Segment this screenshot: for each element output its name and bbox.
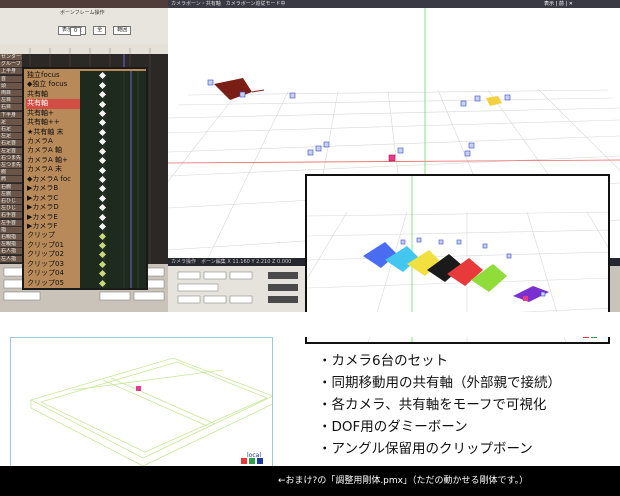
timeline-row-label[interactable]: 右足 bbox=[0, 126, 22, 133]
timeline-row-label[interactable]: 左手首 bbox=[0, 219, 22, 227]
timeline-row-label[interactable]: 左親指 bbox=[0, 241, 22, 249]
bone-name-row[interactable]: クリップ05 bbox=[26, 279, 80, 288]
timeline-menubar bbox=[0, 0, 168, 8]
bone-name-row[interactable]: ▶カメラB bbox=[26, 184, 80, 193]
timeline-row-label[interactable]: 左ひじ bbox=[0, 205, 22, 213]
feature-list: ・カメラ6台のセット ・同期移動用の共有軸（外部親で接続） ・各カメラ、共有軸を… bbox=[318, 350, 618, 460]
timeline-row-label[interactable]: グルーブ bbox=[0, 61, 22, 69]
timeline-row-label[interactable]: 肩 bbox=[0, 176, 22, 184]
timeline-row-label[interactable]: 足 bbox=[0, 118, 22, 126]
bone-name-row[interactable]: カメラA 軸+ bbox=[26, 156, 80, 165]
bone-name-row[interactable]: 共有軸+ bbox=[26, 109, 80, 118]
timeline-row-label[interactable]: 右ひじ bbox=[0, 198, 22, 205]
timeline-row-label[interactable]: 右つま先 bbox=[0, 154, 22, 162]
timeline-zoom-box: 独立focus ◆独立 focus 共有軸 共有軸 共有軸+ 共有軸++ ★共有軸 末カメラ… bbox=[22, 67, 148, 290]
frame-ruler[interactable] bbox=[0, 44, 168, 54]
timeline-row-label[interactable]: 左腕 bbox=[0, 190, 22, 198]
timeline-row-label[interactable]: 上半身 bbox=[0, 68, 22, 76]
timeline-row-label[interactable]: センター bbox=[0, 54, 22, 61]
timeline-row-label[interactable]: 両目 bbox=[0, 90, 22, 97]
bone-name-row[interactable]: 共有軸++ bbox=[26, 118, 80, 127]
timeline-row-label[interactable]: 右足首 bbox=[0, 140, 22, 148]
timeline-row-label[interactable]: 左足首 bbox=[0, 147, 22, 155]
feature-dof-dummy: ・DOF用のダミーボーン bbox=[318, 419, 468, 435]
bone-name-row[interactable]: クリップ02 bbox=[26, 250, 80, 259]
keyframe-area[interactable] bbox=[80, 71, 146, 288]
frame-number-value[interactable]: 0 bbox=[70, 27, 82, 36]
bone-name-list: 独立focus ◆独立 focus 共有軸 共有軸 共有軸+ 共有軸++ ★共有軸 末カメラ… bbox=[26, 71, 80, 288]
feature-morph-visualize: ・各カメラ、共有軸をモーフで可視化 bbox=[318, 397, 547, 413]
bone-name-row[interactable]: ◆独立 focus bbox=[26, 80, 80, 89]
timeline-row-label[interactable]: 指 bbox=[0, 226, 22, 234]
timeline-row-label[interactable]: 頭 bbox=[0, 82, 22, 90]
timeline-row-label[interactable]: 右目 bbox=[0, 104, 22, 112]
timeline-row-label[interactable]: 左足 bbox=[0, 133, 22, 141]
timeline-row-label[interactable]: 首 bbox=[0, 75, 22, 83]
bone-name-row[interactable]: クリップ03 bbox=[26, 260, 80, 269]
rigid-body-scene bbox=[29, 357, 272, 467]
bone-name-row[interactable]: ▶カメラF bbox=[26, 222, 80, 231]
footer-note: ←おまけ?の「調整用剛体.pmx」（ただの動かせる剛体です。） bbox=[278, 476, 529, 486]
bone-name-row[interactable]: 独立focus bbox=[26, 71, 80, 80]
bone-name-row[interactable]: クリップ04 bbox=[26, 269, 80, 278]
bone-name-row[interactable]: クリップ bbox=[26, 231, 80, 240]
timeline-row-label[interactable]: 下半身 bbox=[0, 111, 22, 119]
timeline-row-label[interactable]: 右人指 bbox=[0, 248, 22, 256]
timeline-row-label[interactable]: 右手首 bbox=[0, 212, 22, 220]
all-button[interactable]: 全 bbox=[93, 26, 107, 35]
bone-name-row[interactable]: カメラA 軸 bbox=[26, 146, 80, 155]
feature-clip-bone: ・アングル保留用のクリップボーン bbox=[318, 441, 533, 457]
bone-name-row[interactable]: カメラA 末 bbox=[26, 165, 80, 174]
section-divider bbox=[0, 312, 620, 337]
feature-camera-set: ・カメラ6台のセット bbox=[318, 353, 449, 369]
timeline-row-label[interactable]: 右親指 bbox=[0, 234, 22, 241]
bone-name-row[interactable]: 共有軸 bbox=[26, 99, 80, 109]
bone-name-row[interactable]: ▶カメラD bbox=[26, 203, 80, 212]
timeline-row-labels: センター グルーブ 上半身首頭両目 左目 右目 下半身足右足 左足 右足首 左足首 右つま先 左つま… bbox=[0, 54, 22, 264]
stage-local-label: local bbox=[247, 452, 261, 459]
frame-number-field[interactable]: 0 bbox=[70, 27, 83, 36]
bone-name-row[interactable]: カメラA bbox=[26, 137, 80, 146]
frame-ruler-ticks bbox=[29, 48, 151, 54]
bone-name-row[interactable]: ★共有軸 末 bbox=[26, 128, 80, 137]
viewport-window-controls[interactable]: 表示 | 前 | ✕ bbox=[544, 0, 573, 8]
feature-shared-axis: ・同期移動用の共有軸（外部親で接続） bbox=[318, 375, 561, 391]
timeline-row-label[interactable]: 腕 bbox=[0, 169, 22, 177]
bone-name-row[interactable]: 共有軸 bbox=[26, 90, 80, 99]
timeline-row-label[interactable]: 左目 bbox=[0, 97, 22, 105]
rigid-body-preview: local bbox=[10, 337, 273, 468]
timeline-row-label[interactable]: 左人指 bbox=[0, 255, 22, 263]
bone-name-row[interactable]: ▶カメラC bbox=[26, 194, 80, 203]
bone-name-row[interactable]: ▶カメラE bbox=[26, 213, 80, 222]
keyframe-grid-lines bbox=[103, 71, 139, 288]
timeline-row-label[interactable]: 右腕 bbox=[0, 183, 22, 191]
range-button[interactable]: 範囲 bbox=[113, 26, 132, 35]
timeline-title: ボーンフレーム操作 bbox=[60, 10, 105, 16]
bone-name-row[interactable]: ◆カメラA foc bbox=[26, 175, 80, 184]
bone-name-row[interactable]: クリップ01 bbox=[26, 241, 80, 250]
timeline-row-label[interactable]: 左つま先 bbox=[0, 162, 22, 169]
